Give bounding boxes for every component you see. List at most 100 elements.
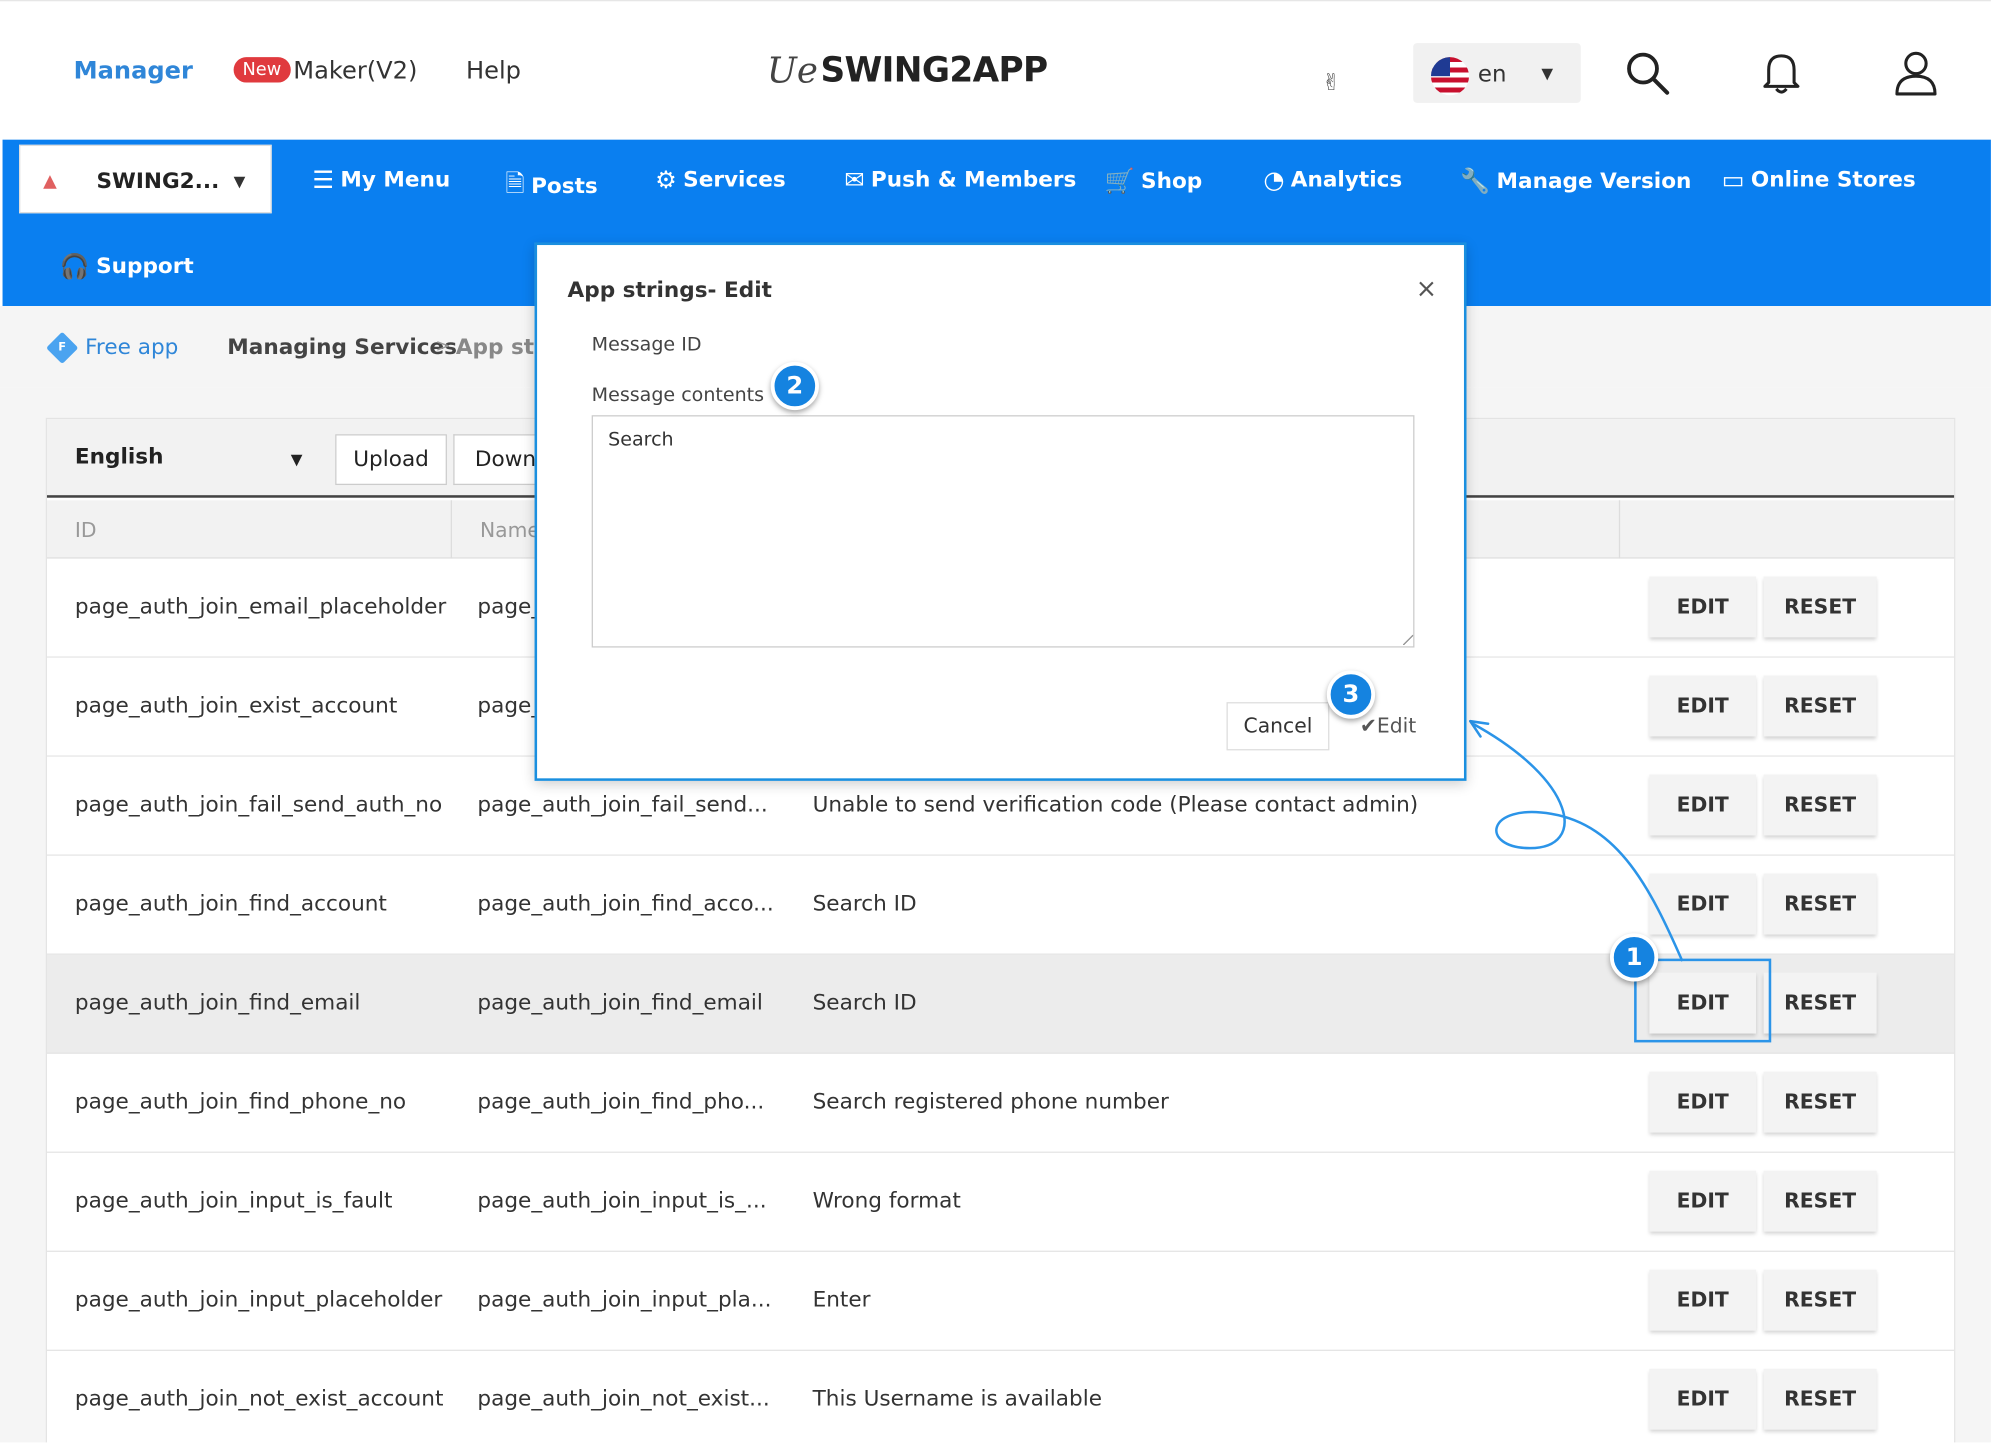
document-icon: 🗎 (505, 170, 525, 199)
column-header-name: Name (479, 518, 540, 543)
edit-button[interactable]: EDIT (1649, 1071, 1756, 1133)
nav-item-analytics[interactable]: ◔ Analytics (1263, 166, 1402, 194)
free-app-icon: F (46, 331, 79, 365)
nav-item-shop[interactable]: 🛒 Shop (1104, 166, 1203, 196)
nav-item-posts[interactable]: 🗎 Posts (505, 166, 597, 207)
cell-value: This Username is available (812, 1386, 1103, 1412)
cell-id: page_auth_join_input_is_fault (74, 1188, 393, 1214)
nav-label: Services (683, 167, 786, 193)
app-selector[interactable]: ▲ SWING2... ▼ (19, 144, 272, 214)
edit-button[interactable]: EDIT (1649, 1368, 1756, 1430)
confirm-edit-button[interactable]: ✔Edit (1360, 714, 1416, 738)
cart-icon: 🛒 (1104, 167, 1135, 196)
mail-icon: ✉ (844, 166, 865, 195)
cell-name: page_ (477, 594, 543, 620)
step-badge-1: 1 (1609, 933, 1659, 982)
close-icon[interactable]: × (1416, 273, 1437, 303)
nav-label: Support (96, 253, 194, 279)
nav-item-support[interactable]: 🎧 Support (60, 251, 194, 281)
table-row: page_auth_join_find_phone_no page_auth_j… (46, 1053, 1955, 1153)
nav-label: Analytics (1290, 167, 1403, 193)
message-contents-input[interactable]: Search (591, 415, 1415, 648)
cell-id: page_auth_join_fail_send_auth_no (74, 792, 443, 818)
cell-id: page_auth_join_email_placeholder (74, 594, 447, 620)
download-button[interactable]: Downl (453, 434, 543, 486)
step-badge-3: 3 (1326, 670, 1376, 719)
reset-button[interactable]: RESET (1763, 972, 1877, 1034)
chevron-down-icon: ▼ (290, 450, 303, 469)
cell-id: page_auth_join_exist_account (74, 693, 398, 719)
edit-button-highlight (1634, 958, 1772, 1043)
breadcrumb-managing-services[interactable]: Managing Services (227, 335, 457, 360)
cell-value: Unable to send verification code (Please… (812, 792, 1419, 818)
user-icon[interactable] (1891, 47, 1942, 98)
language-code: en (1477, 60, 1507, 88)
nav-item-my-menu[interactable]: ☰ My Menu (312, 166, 450, 194)
nav-label: My Menu (340, 167, 451, 193)
cell-value: Search ID (812, 990, 917, 1016)
reset-button[interactable]: RESET (1763, 873, 1877, 935)
cell-id: page_auth_join_find_account (74, 891, 387, 917)
help-link[interactable]: Help (466, 57, 521, 85)
message-contents-label: Message contents (591, 383, 765, 407)
nav-label: Posts (531, 173, 598, 200)
chevron-down-icon: ▼ (233, 172, 246, 191)
cell-value: Enter (812, 1287, 871, 1313)
bell-icon[interactable] (1756, 47, 1807, 98)
reset-button[interactable]: RESET (1763, 1170, 1877, 1232)
reset-button[interactable]: RESET (1763, 1269, 1877, 1331)
reset-button[interactable]: RESET (1763, 1071, 1877, 1133)
swing2app-logo[interactable]: Ue SWING2APP (767, 50, 1048, 92)
edit-button[interactable]: EDIT (1649, 774, 1756, 836)
column-divider (450, 500, 453, 559)
nav-item-online-stores[interactable]: ▭ Online Stores (1722, 166, 1916, 194)
edit-button[interactable]: EDIT (1649, 873, 1756, 935)
breadcrumb-separator: > (435, 336, 451, 357)
logo-text: SWING2APP (820, 50, 1048, 91)
reset-button[interactable]: RESET (1763, 576, 1877, 638)
free-app-badge: F (58, 341, 67, 355)
cell-id: page_auth_join_find_phone_no (74, 1089, 407, 1115)
search-icon[interactable] (1621, 47, 1672, 98)
edit-button[interactable]: EDIT (1649, 1269, 1756, 1331)
manager-link[interactable]: Manager (74, 57, 193, 85)
table-row: page_auth_join_input_is_fault page_auth_… (46, 1152, 1955, 1252)
edit-button[interactable]: EDIT (1649, 675, 1756, 737)
cell-name: page_ (477, 693, 543, 719)
cell-name: page_auth_join_find_email (477, 990, 763, 1016)
cell-value: Search registered phone number (812, 1089, 1169, 1115)
step-badge-2: 2 (770, 361, 819, 411)
nav-item-manage-version[interactable]: 🔧 Manage Version (1460, 166, 1692, 196)
cell-name: page_auth_join_input_is_... (477, 1188, 767, 1214)
cell-name: page_auth_join_fail_send... (477, 792, 768, 818)
resize-handle-icon[interactable] (1403, 634, 1414, 646)
reset-button[interactable]: RESET (1763, 675, 1877, 737)
card-icon: ▭ (1721, 166, 1745, 195)
breadcrumb-free-app[interactable]: Free app (85, 335, 178, 360)
cell-name: page_auth_join_find_acco... (477, 891, 774, 917)
app-name: SWING2... (96, 168, 220, 195)
language-selector[interactable]: en ▼ (1413, 43, 1581, 103)
maker-link[interactable]: Maker(V2) (293, 57, 417, 85)
cell-id: page_auth_join_not_exist_account (74, 1386, 444, 1412)
cell-id: page_auth_join_input_placeholder (74, 1287, 443, 1313)
logo-script: Ue (766, 49, 818, 92)
column-header-id: ID (74, 518, 97, 543)
cancel-button[interactable]: Cancel (1226, 702, 1330, 751)
cell-name: page_auth_join_find_pho... (477, 1089, 765, 1115)
cell-name: page_auth_join_not_exist... (477, 1386, 770, 1412)
upload-button[interactable]: Upload (335, 434, 447, 486)
language-dropdown[interactable]: English (75, 444, 164, 469)
reset-button[interactable]: RESET (1763, 1368, 1877, 1430)
nav-label: Online Stores (1750, 167, 1916, 193)
edit-button[interactable]: EDIT (1649, 576, 1756, 638)
edit-button[interactable]: EDIT (1649, 1170, 1756, 1232)
nav-label: Push & Members (870, 167, 1077, 193)
table-row: page_auth_join_find_account page_auth_jo… (46, 855, 1955, 955)
nav-item-services[interactable]: ⚙ Services (655, 166, 786, 194)
reset-button[interactable]: RESET (1763, 774, 1877, 836)
nav-label: Manage Version (1496, 168, 1692, 194)
cell-value: Search ID (812, 891, 917, 917)
chevron-down-icon: ▼ (1541, 64, 1554, 83)
nav-item-push-members[interactable]: ✉ Push & Members (844, 166, 1076, 194)
